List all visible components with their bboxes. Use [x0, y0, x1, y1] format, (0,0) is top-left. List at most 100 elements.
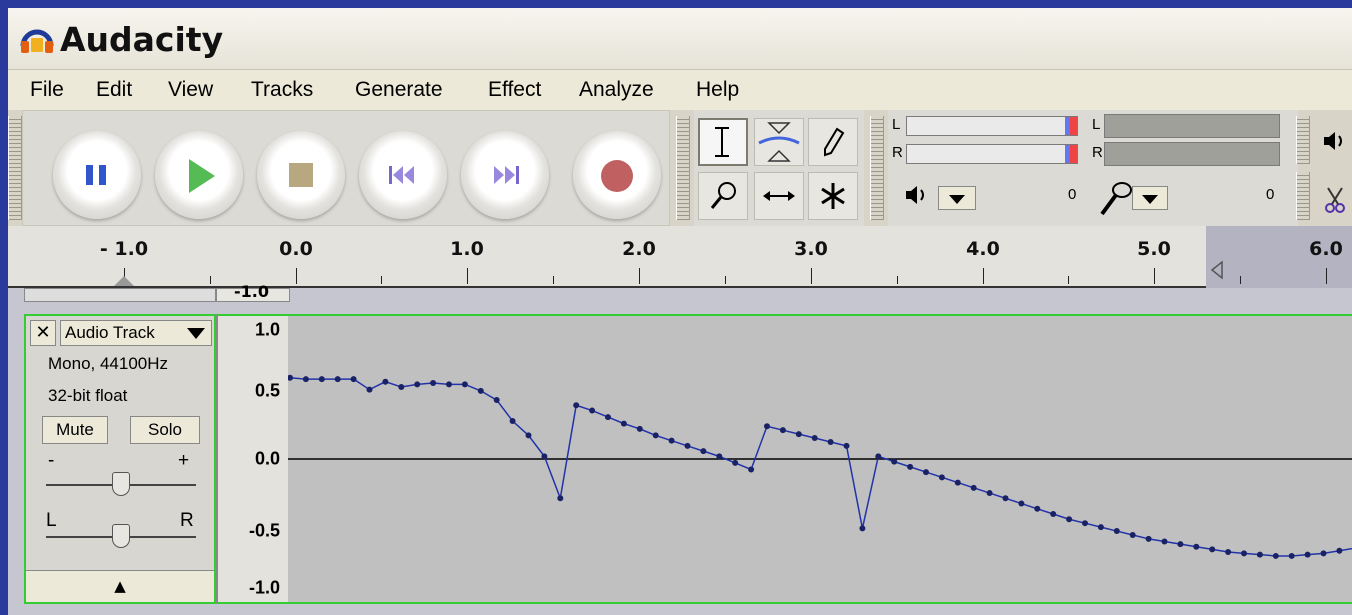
transport-toolbar-grip[interactable]: [8, 116, 22, 220]
waveform-sample-point: [398, 383, 405, 390]
envelope-tool-button[interactable]: [754, 118, 804, 166]
asterisk-icon: [821, 183, 845, 209]
waveform-sample-point: [446, 381, 452, 388]
vertical-scale[interactable]: 1.0 0.5 0.0 -0.5 -1.0: [216, 314, 288, 604]
waveform-samples: [288, 374, 1343, 559]
waveform-line: [289, 377, 1352, 557]
waveform-sample-point: [605, 414, 611, 421]
ruler-tick: [725, 276, 726, 284]
record-meter-right-label: R: [1092, 144, 1103, 161]
ruler-label: 0.0: [279, 238, 313, 260]
time-shift-tool-button[interactable]: [754, 172, 804, 220]
record-meter-zero-label: 0: [1266, 186, 1275, 203]
upper-track-scale-label: -1.0: [234, 282, 269, 301]
skip-to-start-icon: [389, 166, 414, 184]
menu-file[interactable]: File: [30, 78, 64, 102]
playback-meter-left[interactable]: [906, 116, 1078, 136]
waveform-sample-point: [1113, 528, 1120, 535]
waveform-sample-point: [907, 463, 914, 470]
pause-button[interactable]: [53, 131, 141, 219]
waveform-sample-point: [1034, 505, 1041, 512]
waveform-sample-point: [938, 474, 945, 481]
menu-edit[interactable]: Edit: [96, 78, 132, 102]
ruler-tick: [1068, 276, 1069, 284]
i-beam-icon: [715, 127, 729, 157]
multi-tool-button[interactable]: [808, 172, 858, 220]
timeline-ruler[interactable]: - 1.0 0.0 1.0 2.0 3.0 4.0 5.0 6.0: [8, 226, 1352, 288]
waveform-sample-point: [318, 376, 325, 383]
playback-meter-right-label: R: [892, 144, 903, 161]
playback-meter-dropdown[interactable]: [938, 186, 976, 210]
waveform-sample-point: [764, 423, 770, 430]
menu-analyze[interactable]: Analyze: [579, 78, 654, 102]
microphone-icon: [1100, 182, 1132, 216]
waveform-sample-point: [288, 374, 293, 381]
mixer-toolbar-grip[interactable]: [1296, 116, 1310, 164]
waveform-sample-point: [1002, 495, 1009, 502]
waveform-sample-point: [859, 525, 866, 532]
record-meter-right[interactable]: [1104, 142, 1280, 166]
waveform-sample-point: [1193, 543, 1200, 550]
menu-tracks[interactable]: Tracks: [251, 78, 313, 102]
waveform-area[interactable]: [288, 314, 1352, 604]
skip-to-start-button[interactable]: [359, 131, 447, 219]
upper-track-stub[interactable]: [24, 288, 216, 302]
solo-button[interactable]: Solo: [130, 416, 200, 444]
gain-slider-thumb[interactable]: [112, 472, 130, 496]
ruler-label: 3.0: [794, 238, 828, 260]
menu-help[interactable]: Help: [696, 78, 739, 102]
waveform-sample-point: [1320, 550, 1327, 557]
cut-icon[interactable]: [1320, 182, 1352, 216]
playback-meter-zero-label: 0: [1068, 186, 1077, 203]
pan-slider-thumb[interactable]: [112, 524, 130, 548]
menu-effect[interactable]: Effect: [488, 78, 541, 102]
ruler-label: 1.0: [450, 238, 484, 260]
pencil-icon: [824, 127, 845, 157]
skip-to-end-icon: [494, 166, 519, 184]
playback-meter-right[interactable]: [906, 144, 1078, 164]
record-meter-left-label: L: [1092, 116, 1101, 133]
ruler-tick: [639, 268, 640, 284]
playback-meter-left-label: L: [892, 116, 901, 133]
waveform-sample-point: [334, 376, 341, 383]
stop-icon: [289, 163, 313, 187]
track-name-dropdown[interactable]: Audio Track: [60, 320, 212, 346]
record-button[interactable]: [573, 131, 661, 219]
zoom-tool-button[interactable]: [698, 172, 748, 220]
play-button[interactable]: [155, 131, 243, 219]
draw-tool-button[interactable]: [808, 118, 858, 166]
ruler-label: 6.0: [1309, 238, 1343, 260]
ruler-play-head-marker-icon: [114, 276, 134, 286]
track-close-button[interactable]: ✕: [30, 320, 56, 346]
track-control-panel[interactable]: ✕ Audio Track Mono, 44100Hz 32-bit float…: [24, 314, 216, 604]
track-collapse-button[interactable]: ▲: [26, 570, 214, 602]
record-meter-dropdown[interactable]: [1132, 186, 1168, 210]
waveform-sample-point: [1066, 516, 1073, 523]
ruler-label: 2.0: [622, 238, 656, 260]
waveform-plot: [288, 374, 1352, 559]
pan-right-label: R: [180, 510, 194, 531]
waveform-sample-point: [684, 442, 691, 449]
waveform-sample-point: [414, 381, 421, 388]
stop-button[interactable]: [257, 131, 345, 219]
waveform-sample-point: [1050, 511, 1057, 518]
title-bar[interactable]: Audacity: [8, 8, 1352, 70]
menu-generate[interactable]: Generate: [355, 78, 443, 102]
vscale-label: 0.0: [254, 448, 280, 469]
chevron-down-icon: [1142, 195, 1158, 204]
menu-view[interactable]: View: [168, 78, 213, 102]
selection-tool-button[interactable]: [698, 118, 748, 166]
waveform-sample-point: [716, 453, 723, 460]
meter-toolbar-grip[interactable]: [870, 116, 884, 220]
record-meter-left[interactable]: [1104, 114, 1280, 138]
mute-button[interactable]: Mute: [42, 416, 108, 444]
waveform-sample-point: [779, 427, 786, 434]
edit-toolbar-grip[interactable]: [1296, 172, 1310, 220]
ruler-tick: [467, 268, 468, 284]
record-icon: [601, 160, 633, 192]
skip-to-end-button[interactable]: [461, 131, 549, 219]
gain-minus-label: -: [48, 450, 55, 471]
waveform-sample-point: [923, 469, 929, 476]
waveform-sample-point: [382, 378, 389, 385]
tools-toolbar-grip[interactable]: [676, 116, 690, 220]
